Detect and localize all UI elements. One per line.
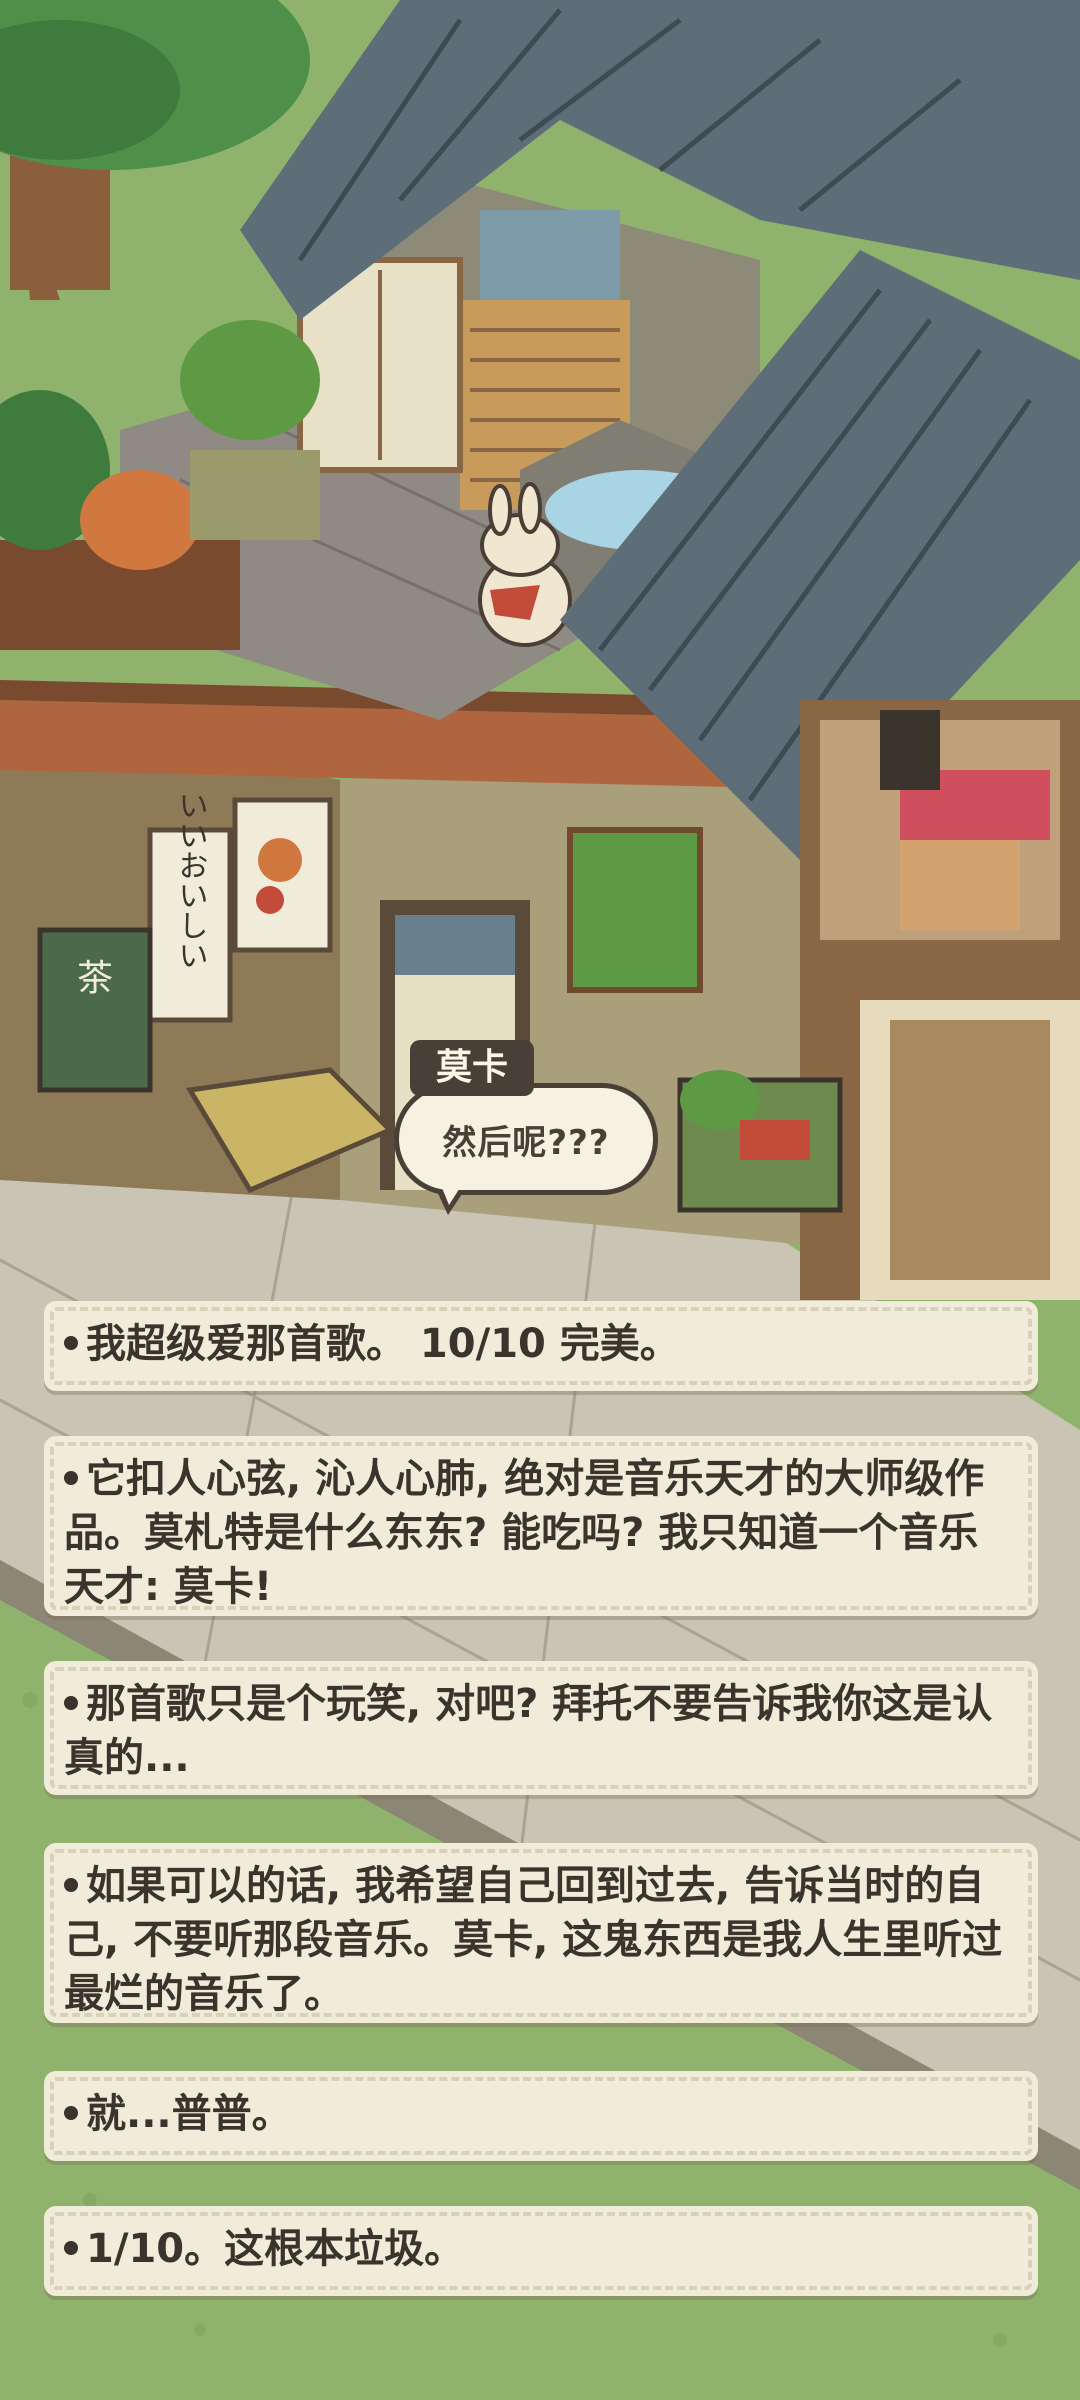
tea-sign: 茶 [37,927,153,1093]
choice-text: 如果可以的话, 我希望自己回到过去, 告诉当时的自己, 不要听那段音乐。莫卡, … [64,1863,1003,2017]
speaker-name-tag: 莫卡 [410,1040,534,1096]
dialogue-choice-6[interactable]: 1/10。这根本垃圾。 [44,2206,1038,2296]
moss-frame [567,827,703,993]
vertical-sign-text: いいおいしい [173,790,208,970]
dialogue-choice-1[interactable]: 我超级爱那首歌。 10/10 完美。 [44,1301,1038,1391]
bullet-icon [64,2241,78,2255]
choice-text: 就...普普。 [86,2091,292,2137]
choice-text: 它扣人心弦, 沁人心肺, 绝对是音乐天才的大师级作品。莫札特是什么东东? 能吃吗… [64,1456,985,1610]
choice-text: 1/10。这根本垃圾。 [86,2226,465,2272]
tea-sign-text: 茶 [77,958,113,999]
dialogue-choice-2[interactable]: 它扣人心弦, 沁人心肺, 绝对是音乐天才的大师级作品。莫札特是什么东东? 能吃吗… [44,1436,1038,1616]
game-scene: いいおいしい 茶 [0,0,1080,2400]
choice-text: 那首歌只是个玩笑, 对吧? 拜托不要告诉我你这是认真的... [64,1681,993,1781]
plant-shelf [677,1070,843,1213]
autumn-poster [232,797,333,953]
speech-bubble-tail-inner [440,1183,463,1205]
dialogue-choice-3[interactable]: 那首歌只是个玩笑, 对吧? 拜托不要告诉我你这是认真的... [44,1661,1038,1795]
bullet-icon [64,1336,78,1350]
speech-bubble: 然后呢??? [394,1083,658,1195]
dialogue-choice-5[interactable]: 就...普普。 [44,2071,1038,2161]
bullet-icon [64,1696,78,1710]
bullet-icon [64,1471,78,1485]
speech-text: 然后呢??? [442,1122,610,1163]
choice-text: 我超级爱那首歌。 10/10 完美。 [86,1321,680,1367]
bullet-icon [64,2106,78,2120]
dialogue-choice-4[interactable]: 如果可以的话, 我希望自己回到过去, 告诉当时的自己, 不要听那段音乐。莫卡, … [44,1843,1038,2023]
bullet-icon [64,1878,78,1892]
